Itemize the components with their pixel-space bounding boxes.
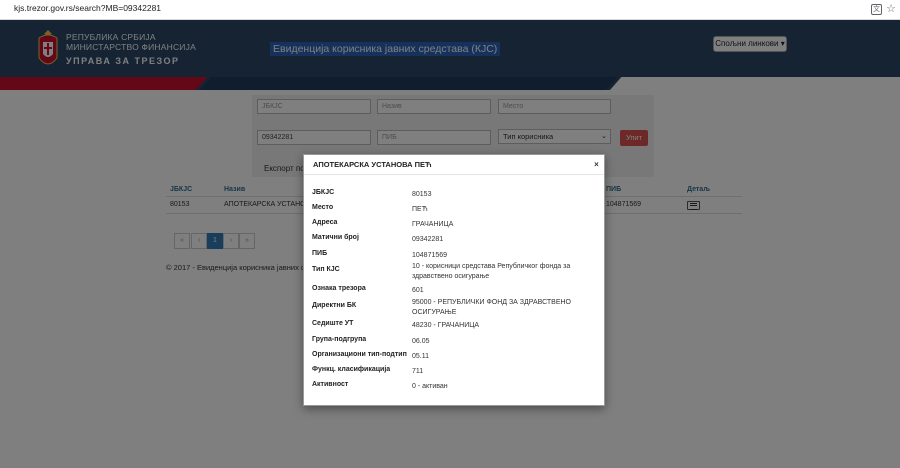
field-label-func-class: Функц. класификација <box>312 366 391 373</box>
field-value-ut-seat: 48230 - ГРАЧАНИЦА <box>412 322 480 329</box>
field-value-address: ГРАЧАНИЦА <box>412 221 454 228</box>
field-value-direct-bk: 95000 - РЕПУБЛИЧКИ ФОНД ЗА ЗДРАВСТВЕНО О… <box>412 299 572 316</box>
field-value-jbkjc: 80153 <box>412 191 432 198</box>
field-value-kjs-type: 10 - корисници средстава Републичког фон… <box>412 263 571 280</box>
field-label-kjs-type: Тип КЈС <box>312 266 340 273</box>
field-value-activity: 0 - активан <box>412 383 448 390</box>
field-label-direct-bk: Директни БК <box>312 302 357 309</box>
modal-title: АПОТЕКАРСКА УСТАНОВА ПЕЋ <box>313 160 432 169</box>
modal-header: АПОТЕКАРСКА УСТАНОВА ПЕЋ × <box>304 155 604 175</box>
field-label-treasury-code: Ознака трезора <box>312 285 366 292</box>
field-value-group: 06.05 <box>412 338 430 345</box>
url-text[interactable]: kjs.trezor.gov.rs/search?MB=09342281 <box>14 3 161 13</box>
field-value-mb: 09342281 <box>412 236 444 243</box>
field-label-jbkjc: ЈБКЈС <box>312 189 335 196</box>
browser-address-bar[interactable]: kjs.trezor.gov.rs/search?MB=09342281 文 ☆ <box>0 0 900 20</box>
translate-icon[interactable]: 文 <box>871 4 882 15</box>
bookmark-star-icon[interactable]: ☆ <box>886 2 896 15</box>
field-label-mb: Матични број <box>312 234 359 241</box>
field-value-treasury-code: 601 <box>412 287 424 294</box>
field-label-address: Адреса <box>312 219 338 226</box>
details-modal: АПОТЕКАРСКА УСТАНОВА ПЕЋ × ЈБКЈС 80153 М… <box>303 154 605 406</box>
field-label-pib: ПИБ <box>312 250 328 257</box>
field-value-func-class: 711 <box>412 368 424 375</box>
field-label-ut-seat: Седиште УТ <box>312 320 354 327</box>
field-label-place: Место <box>312 204 334 211</box>
field-label-group: Група-подгрупа <box>312 336 367 343</box>
field-label-org-type: Организациони тип-подтип <box>312 351 407 358</box>
field-value-org-type: 05.11 <box>412 353 429 360</box>
field-value-pib: 104871569 <box>412 252 448 259</box>
field-value-place: ПЕЋ <box>412 206 428 213</box>
close-icon[interactable]: × <box>592 160 601 169</box>
field-label-activity: Активност <box>312 381 349 388</box>
